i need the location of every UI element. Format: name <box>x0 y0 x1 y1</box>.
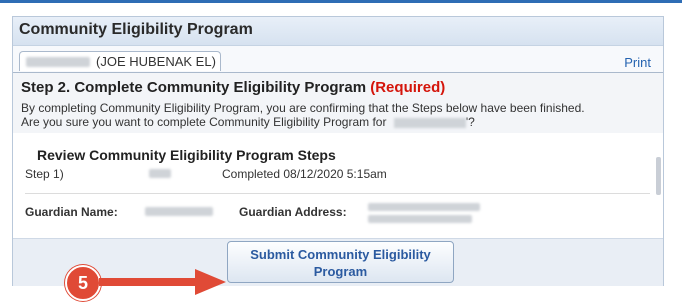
redacted-guardian-address-1 <box>368 203 480 211</box>
step-1-status: Completed 08/12/2020 5:15am <box>222 167 387 181</box>
eligibility-panel: Community Eligibility Program (JOE HUBEN… <box>12 16 664 301</box>
step-section: Step 2. Complete Community Eligibility P… <box>13 73 663 133</box>
step-number-badge: 5 <box>65 265 101 301</box>
step-desc-line2-prefix: Are you sure you want to complete Commun… <box>21 115 387 129</box>
arrow-shaft <box>99 278 199 286</box>
step-desc-line2: Are you sure you want to complete Commun… <box>21 115 585 129</box>
student-tab-label: (JOE HUBENAK EL) <box>96 54 216 69</box>
step-desc-line1: By completing Community Eligibility Prog… <box>21 101 585 115</box>
required-label: (Required) <box>370 79 446 96</box>
redacted-step-user <box>149 169 171 178</box>
submit-button[interactable]: Submit Community Eligibility Program <box>227 241 454 283</box>
print-link[interactable]: Print <box>624 55 651 70</box>
redacted-guardian-name <box>145 207 213 216</box>
panel-header: Community Eligibility Program <box>13 17 663 46</box>
student-tab[interactable]: (JOE HUBENAK EL) <box>19 51 221 71</box>
panel-title: Community Eligibility Program <box>19 21 253 38</box>
content-divider <box>25 193 650 194</box>
redacted-student-id <box>26 57 90 67</box>
guardian-name-label: Guardian Name: <box>25 205 118 219</box>
step-description: By completing Community Eligibility Prog… <box>21 101 585 129</box>
arrow-head <box>195 269 226 295</box>
step-title: Step 2. Complete Community Eligibility P… <box>21 79 445 96</box>
top-accent-line <box>0 0 682 3</box>
step-1-label: Step 1) <box>25 167 64 181</box>
redacted-student-name <box>393 117 466 128</box>
submit-button-line2: Program <box>313 264 368 279</box>
scrollbar-thumb[interactable] <box>656 157 661 195</box>
submit-button-line1: Submit Community Eligibility <box>250 247 431 262</box>
guardian-address-label: Guardian Address: <box>239 205 347 219</box>
redacted-guardian-address-2 <box>368 215 472 223</box>
step-desc-line2-suffix: '? <box>465 115 475 129</box>
review-content: Review Community Eligibility Program Ste… <box>13 133 663 238</box>
review-title: Review Community Eligibility Program Ste… <box>37 147 336 163</box>
step-title-text: Step 2. Complete Community Eligibility P… <box>21 79 367 96</box>
pointer-arrow-icon <box>99 269 226 295</box>
